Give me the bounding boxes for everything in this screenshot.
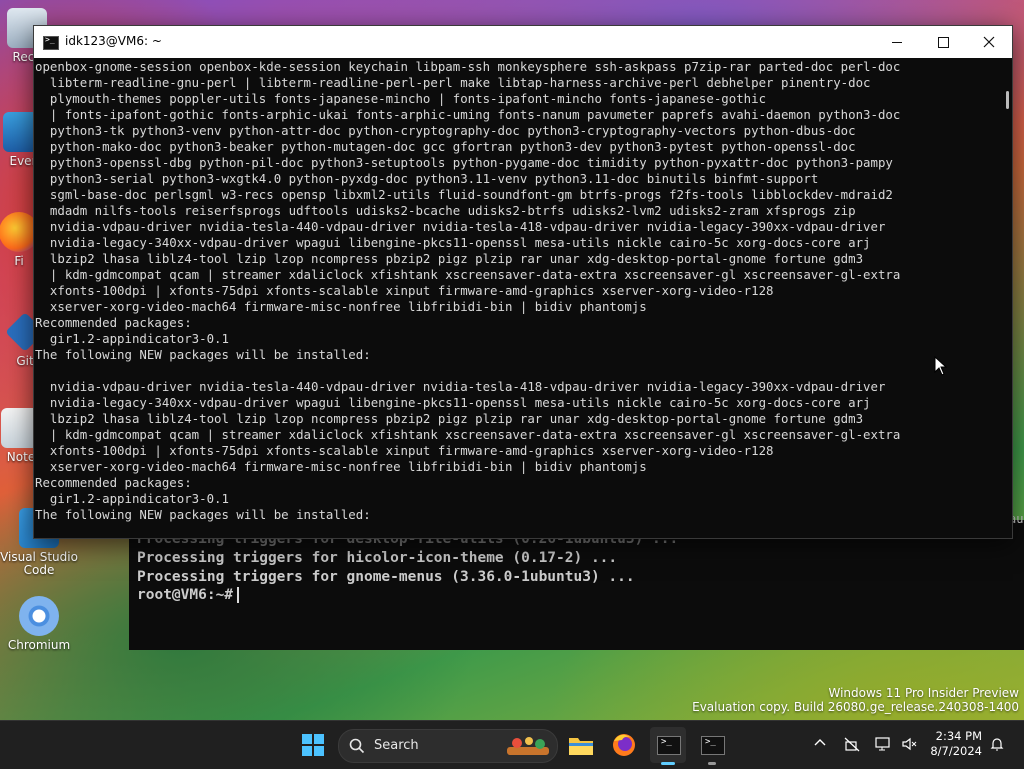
taskbar: Search >_ >_ 2:34 PM 8/7/2024 (0, 720, 1024, 769)
terminal-line: Processing triggers for hicolor-icon-the… (137, 550, 618, 566)
title-bar[interactable]: idk123@VM6: ~ (34, 26, 1012, 58)
firefox-button[interactable] (606, 727, 642, 763)
terminal-line: lbzip2 lhasa liblz4-tool lzip lzop ncomp… (35, 251, 864, 266)
terminal-line: mdadm nilfs-tools reiserfsprogs udftools… (35, 203, 856, 218)
taskbar-search[interactable]: Search (338, 729, 558, 763)
terminal-line: The following NEW packages will be insta… (35, 507, 371, 522)
terminal-app-icon (43, 35, 59, 50)
terminal-taskbar-button[interactable]: >_ (694, 727, 730, 765)
windows-logo-icon (302, 734, 324, 756)
watermark-line: Evaluation copy. Build 26080.ge_release.… (692, 700, 1019, 714)
terminal-icon: >_ (657, 736, 681, 755)
terminal-line: gir1.2-appindicator3-0.1 (35, 331, 229, 346)
background-terminal-window[interactable]: Processing triggers for desktop-file-uti… (129, 520, 1024, 650)
terminal-line: libterm-readline-gnu-perl | libterm-read… (35, 75, 871, 90)
maximize-button[interactable] (920, 26, 966, 58)
terminal-line: The following NEW packages will be insta… (35, 347, 371, 362)
active-window-indicator (661, 762, 675, 765)
minimize-button[interactable] (874, 26, 920, 58)
terminal-line: python3-openssl-dbg python-pil-doc pytho… (35, 155, 893, 170)
terminal-line: Recommended packages: (35, 315, 192, 330)
terminal-line: | fonts-ipafont-gothic fonts-arphic-ukai… (35, 107, 901, 122)
watermark-line: Windows 11 Pro Insider Preview (828, 686, 1019, 700)
terminal-line: python3-tk python3-venv python-attr-doc … (35, 123, 856, 138)
close-button[interactable] (966, 26, 1012, 58)
terminal-line: Processing triggers for gnome-menus (3.3… (137, 569, 635, 585)
system-clock[interactable]: 2:34 PM 8/7/2024 (924, 729, 982, 759)
terminal-line: nvidia-legacy-340xx-vdpau-driver wpagui … (35, 395, 871, 410)
terminal-line: python3-serial python3-wxgtk4.0 python-p… (35, 171, 819, 186)
search-placeholder: Search (374, 738, 419, 753)
terminal-line: xserver-xorg-video-mach64 firmware-misc-… (35, 459, 647, 474)
terminal-taskbar-button[interactable]: >_ (650, 727, 686, 765)
terminal-line: xfonts-100dpi | xfonts-75dpi xfonts-scal… (35, 443, 774, 458)
terminal-line: python-mako-doc python3-beaker python-mu… (35, 139, 856, 154)
terminal-line: | kdm-gdmcompat qcam | streamer xdaliclo… (35, 267, 901, 282)
terminal-output[interactable]: openbox-gnome-session openbox-kde-sessio… (34, 58, 1000, 538)
terminal-line: gir1.2-appindicator3-0.1 (35, 491, 229, 506)
text-cursor (237, 587, 240, 603)
desktop-icon-chromium[interactable]: Chromium (0, 596, 78, 652)
terminal-line: sgml-base-doc perlsgml w3-recs opensp li… (35, 187, 893, 202)
search-icon (349, 738, 365, 754)
display-icon[interactable] (874, 735, 892, 753)
mouse-cursor-icon (934, 356, 948, 376)
chevron-up-icon[interactable] (812, 735, 828, 751)
firefox-icon (613, 734, 635, 756)
terminal-line: Recommended packages: (35, 475, 192, 490)
close-icon (983, 36, 995, 48)
network-disconnected-icon[interactable] (843, 735, 861, 753)
terminal-line: nvidia-legacy-340xx-vdpau-driver wpagui … (35, 235, 871, 250)
minimize-icon (892, 42, 902, 43)
terminal-line: nvidia-vdpau-driver nvidia-tesla-440-vdp… (35, 379, 886, 394)
clock-time: 2:34 PM (935, 729, 982, 743)
terminal-line: openbox-gnome-session openbox-kde-sessio… (35, 59, 901, 74)
volume-muted-icon[interactable] (900, 735, 918, 753)
terminal-icon: >_ (701, 736, 725, 755)
terminal-window[interactable]: idk123@VM6: ~ openbox-gnome-session open… (33, 25, 1013, 539)
window-title: idk123@VM6: ~ (65, 34, 162, 48)
terminal-line: lbzip2 lhasa liblz4-tool lzip lzop ncomp… (35, 411, 864, 426)
scrollbar-thumb[interactable] (1006, 91, 1009, 109)
notification-bell-icon[interactable] (989, 736, 1005, 752)
maximize-icon (938, 37, 949, 48)
file-explorer-button[interactable] (563, 727, 599, 763)
running-window-indicator (708, 762, 716, 765)
search-highlight-art-icon (507, 737, 549, 755)
terminal-line: plymouth-themes poppler-utils fonts-japa… (35, 91, 767, 106)
folder-icon (569, 738, 593, 755)
clock-date: 8/7/2024 (930, 744, 982, 758)
terminal-line: nvidia-vdpau-driver nvidia-tesla-440-vdp… (35, 219, 886, 234)
evaluation-watermark: Windows 11 Pro Insider Preview Evaluatio… (692, 686, 1019, 714)
start-button[interactable] (295, 727, 331, 763)
terminal-prompt[interactable]: root@VM6:~# (137, 587, 240, 603)
terminal-line: xserver-xorg-video-mach64 firmware-misc-… (35, 299, 647, 314)
chromium-icon (19, 596, 59, 636)
terminal-line: xfonts-100dpi | xfonts-75dpi xfonts-scal… (35, 283, 774, 298)
terminal-line: | kdm-gdmcompat qcam | streamer xdaliclo… (35, 427, 901, 442)
